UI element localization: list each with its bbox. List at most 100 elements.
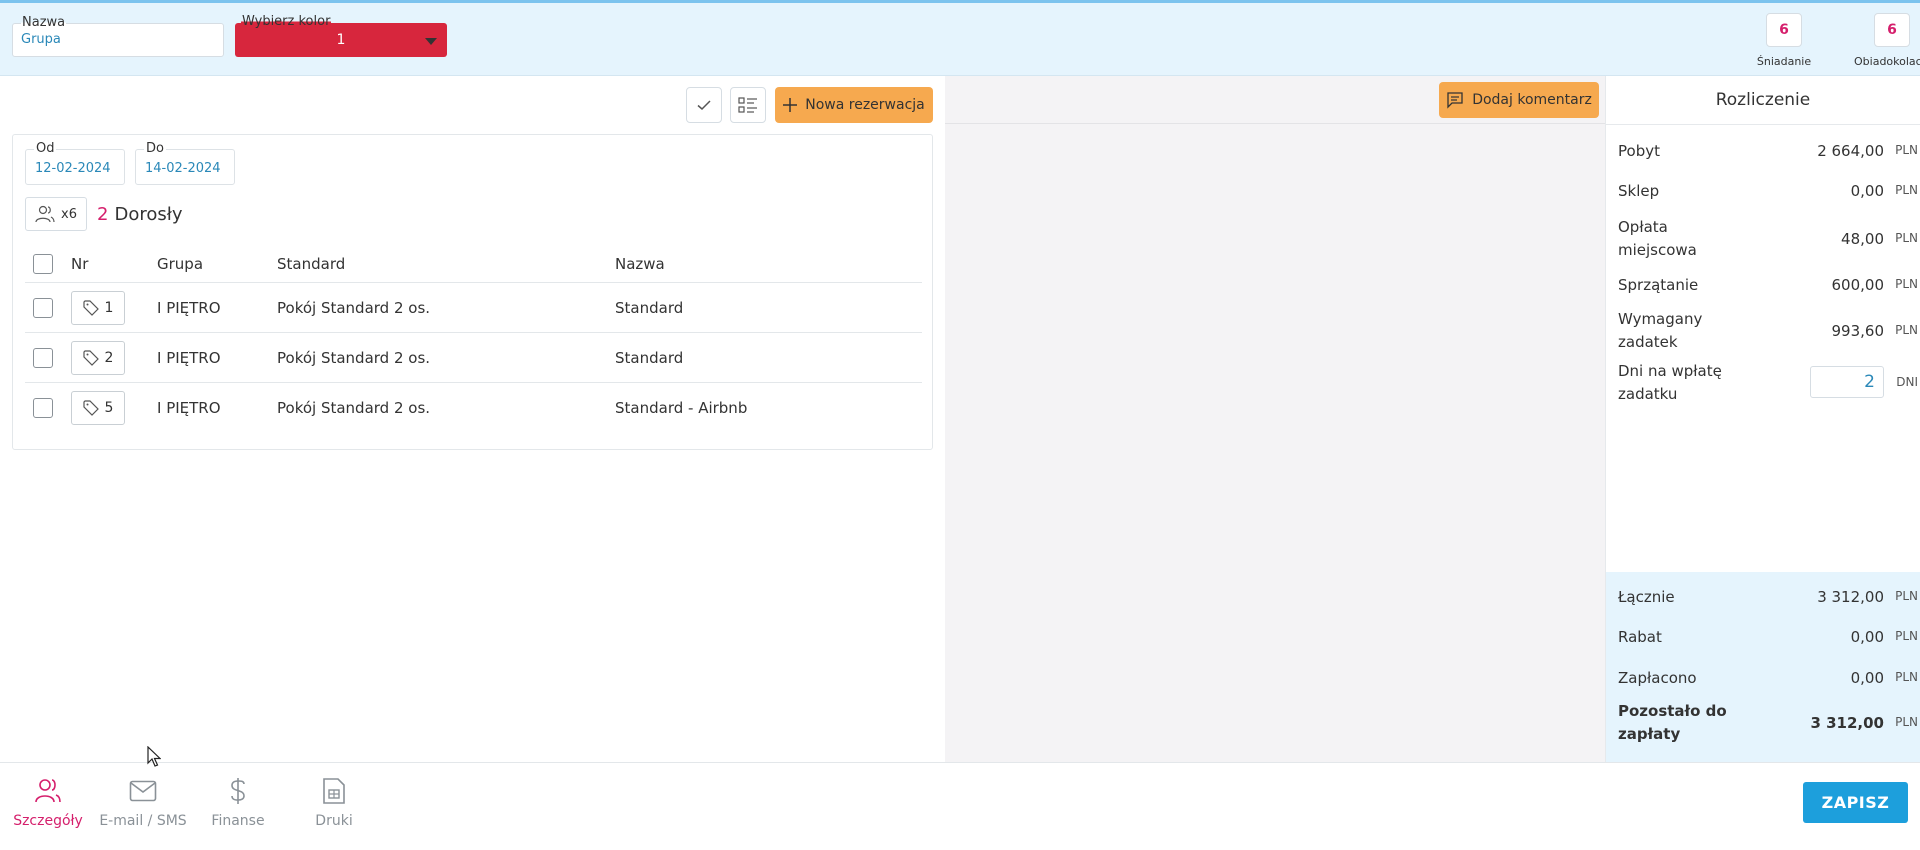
oplata-label-line2: miejscowa (1618, 241, 1697, 259)
meal-breakfast: 6 Śniadanie (1756, 13, 1812, 68)
save-button[interactable]: ZAPISZ (1803, 782, 1908, 823)
pobyt-label: Pobyt (1618, 142, 1660, 160)
room-tag[interactable]: 5 (71, 391, 125, 425)
sklep-value: 0,00 (1850, 182, 1884, 200)
room-name: Standard - Airbnb (615, 399, 748, 417)
row-checkbox[interactable] (33, 398, 53, 418)
confirm-button[interactable] (686, 87, 722, 123)
tag-icon (82, 299, 99, 316)
summary-row-dni: Dni na wpłatę zadatku 2 DNI (1618, 360, 1918, 406)
currency-label: PLN (1895, 183, 1918, 197)
oplata-value: 48,00 (1841, 230, 1884, 248)
pozostalo-label: Pozostało do zapłaty (1618, 700, 1727, 746)
currency-label: PLN (1895, 323, 1918, 337)
table-row[interactable]: 2 I PIĘTRO Pokój Standard 2 os. Standard (25, 333, 922, 383)
guests-multiplier: x6 (61, 206, 77, 222)
name-value[interactable]: Grupa (21, 32, 61, 47)
color-value: 1 (336, 32, 346, 48)
list-view-button[interactable] (730, 87, 766, 123)
summary-row-pozostalo: Pozostało do zapłaty 3 312,00 PLN (1618, 700, 1918, 746)
caret-down-icon[interactable] (425, 38, 437, 45)
comment-icon (1447, 92, 1463, 109)
currency-label: PLN (1895, 670, 1918, 684)
settlement-divider (1606, 124, 1920, 125)
rooms-table-header: Nr Grupa Standard Nazwa (25, 245, 922, 283)
tab-email-sms-label: E-mail / SMS (99, 813, 187, 829)
guest-type: Dorosły (114, 203, 183, 225)
new-reservation-label: Nowa rezerwacja (805, 97, 925, 113)
room-group: I PIĘTRO (157, 399, 221, 417)
add-comment-button[interactable]: Dodaj komentarz (1439, 82, 1599, 118)
column-grupa: Grupa (157, 254, 204, 273)
list-icon (738, 97, 757, 113)
date-to-field[interactable]: Do 14-02-2024 (135, 141, 235, 185)
settlement-totals: Łącznie 3 312,00 PLN Rabat 0,00 PLN Zapł… (1606, 572, 1920, 762)
currency-label: PLN (1895, 143, 1918, 157)
reservation-card: Od 12-02-2024 Do 14-02-2024 x6 2 Dorosły (12, 134, 933, 450)
deposit-days-input[interactable]: 2 (1810, 366, 1884, 398)
tab-finanse-label: Finanse (211, 813, 265, 829)
lacznie-label: Łącznie (1618, 588, 1675, 606)
row-checkbox[interactable] (33, 347, 53, 368)
tag-icon (82, 349, 99, 366)
reservation-panel: Nowa rezerwacja Od 12-02-2024 Do 14-02-2… (0, 76, 945, 762)
comments-panel: Dodaj komentarz (945, 76, 1605, 762)
tab-email-sms[interactable]: E-mail / SMS (95, 775, 191, 829)
days-unit: DNI (1896, 375, 1918, 389)
new-reservation-button[interactable]: Nowa rezerwacja (775, 87, 933, 123)
room-standard: Pokój Standard 2 os. (277, 298, 431, 317)
row-checkbox[interactable] (33, 297, 53, 318)
room-number: 2 (104, 349, 114, 366)
room-standard: Pokój Standard 2 os. (277, 348, 431, 367)
table-row[interactable]: 5 I PIĘTRO Pokój Standard 2 os. Standard… (25, 383, 922, 433)
summary-row-zadatek: Wymagany zadatek 993,60 PLN (1618, 308, 1918, 354)
sprzatanie-value: 600,00 (1831, 276, 1885, 294)
dni-label-line1: Dni na wpłatę (1618, 362, 1722, 380)
currency-label: PLN (1895, 589, 1918, 603)
room-standard: Pokój Standard 2 os. (277, 399, 431, 417)
guests-button[interactable]: x6 (25, 197, 87, 231)
zadatek-label-line2: zadatek (1618, 333, 1678, 351)
currency-label: PLN (1895, 277, 1918, 291)
zaplacono-value: 0,00 (1850, 669, 1884, 687)
column-nr: Nr (71, 254, 89, 273)
currency-label: PLN (1895, 715, 1918, 729)
select-all-checkbox[interactable] (33, 253, 53, 274)
column-standard: Standard (277, 254, 346, 273)
tab-druki-label: Druki (315, 813, 353, 829)
oplata-label-line1: Opłata (1618, 218, 1668, 236)
dollar-icon (231, 778, 245, 804)
room-group: I PIĘTRO (157, 298, 221, 317)
sklep-label: Sklep (1618, 182, 1660, 200)
users-icon (35, 205, 55, 223)
pozostalo-label-line2: zapłaty (1618, 725, 1681, 743)
room-tag[interactable]: 1 (71, 290, 125, 325)
zadatek-label: Wymagany zadatek (1618, 308, 1702, 354)
lacznie-value: 3 312,00 (1817, 588, 1884, 606)
plus-icon (783, 98, 798, 112)
zaplacono-label: Zapłacono (1618, 669, 1697, 687)
settlement-panel: Rozliczenie Pobyt 2 664,00 PLN Sklep 0,0… (1605, 76, 1920, 762)
room-number: 1 (104, 299, 114, 316)
meal-dinner: 6 Obiadokolacja (1854, 13, 1920, 68)
date-to-label: Do (144, 141, 166, 156)
tab-druki[interactable]: Druki (286, 775, 382, 829)
tab-finanse[interactable]: Finanse (190, 775, 286, 829)
tag-icon (82, 400, 99, 416)
name-field[interactable]: Nazwa Grupa (12, 15, 224, 57)
date-from-label: Od (34, 141, 57, 156)
pozostalo-label-line1: Pozostało do (1618, 702, 1727, 720)
tab-szczegoly[interactable]: Szczegóły (0, 775, 96, 829)
users-icon (35, 779, 61, 803)
room-name: Standard (615, 348, 684, 367)
meal-dinner-count[interactable]: 6 (1874, 13, 1910, 47)
color-select[interactable]: Wybierz kolor 1 (235, 14, 447, 57)
room-tag[interactable]: 2 (71, 340, 125, 375)
date-from-field[interactable]: Od 12-02-2024 (25, 141, 125, 185)
table-row[interactable]: 1 I PIĘTRO Pokój Standard 2 os. Standard (25, 283, 922, 333)
date-from-value[interactable]: 12-02-2024 (35, 161, 111, 176)
meal-breakfast-count[interactable]: 6 (1766, 13, 1802, 47)
date-to-value[interactable]: 14-02-2024 (145, 161, 221, 176)
dni-label: Dni na wpłatę zadatku (1618, 360, 1722, 406)
tab-szczegoly-label: Szczegóły (13, 813, 83, 829)
